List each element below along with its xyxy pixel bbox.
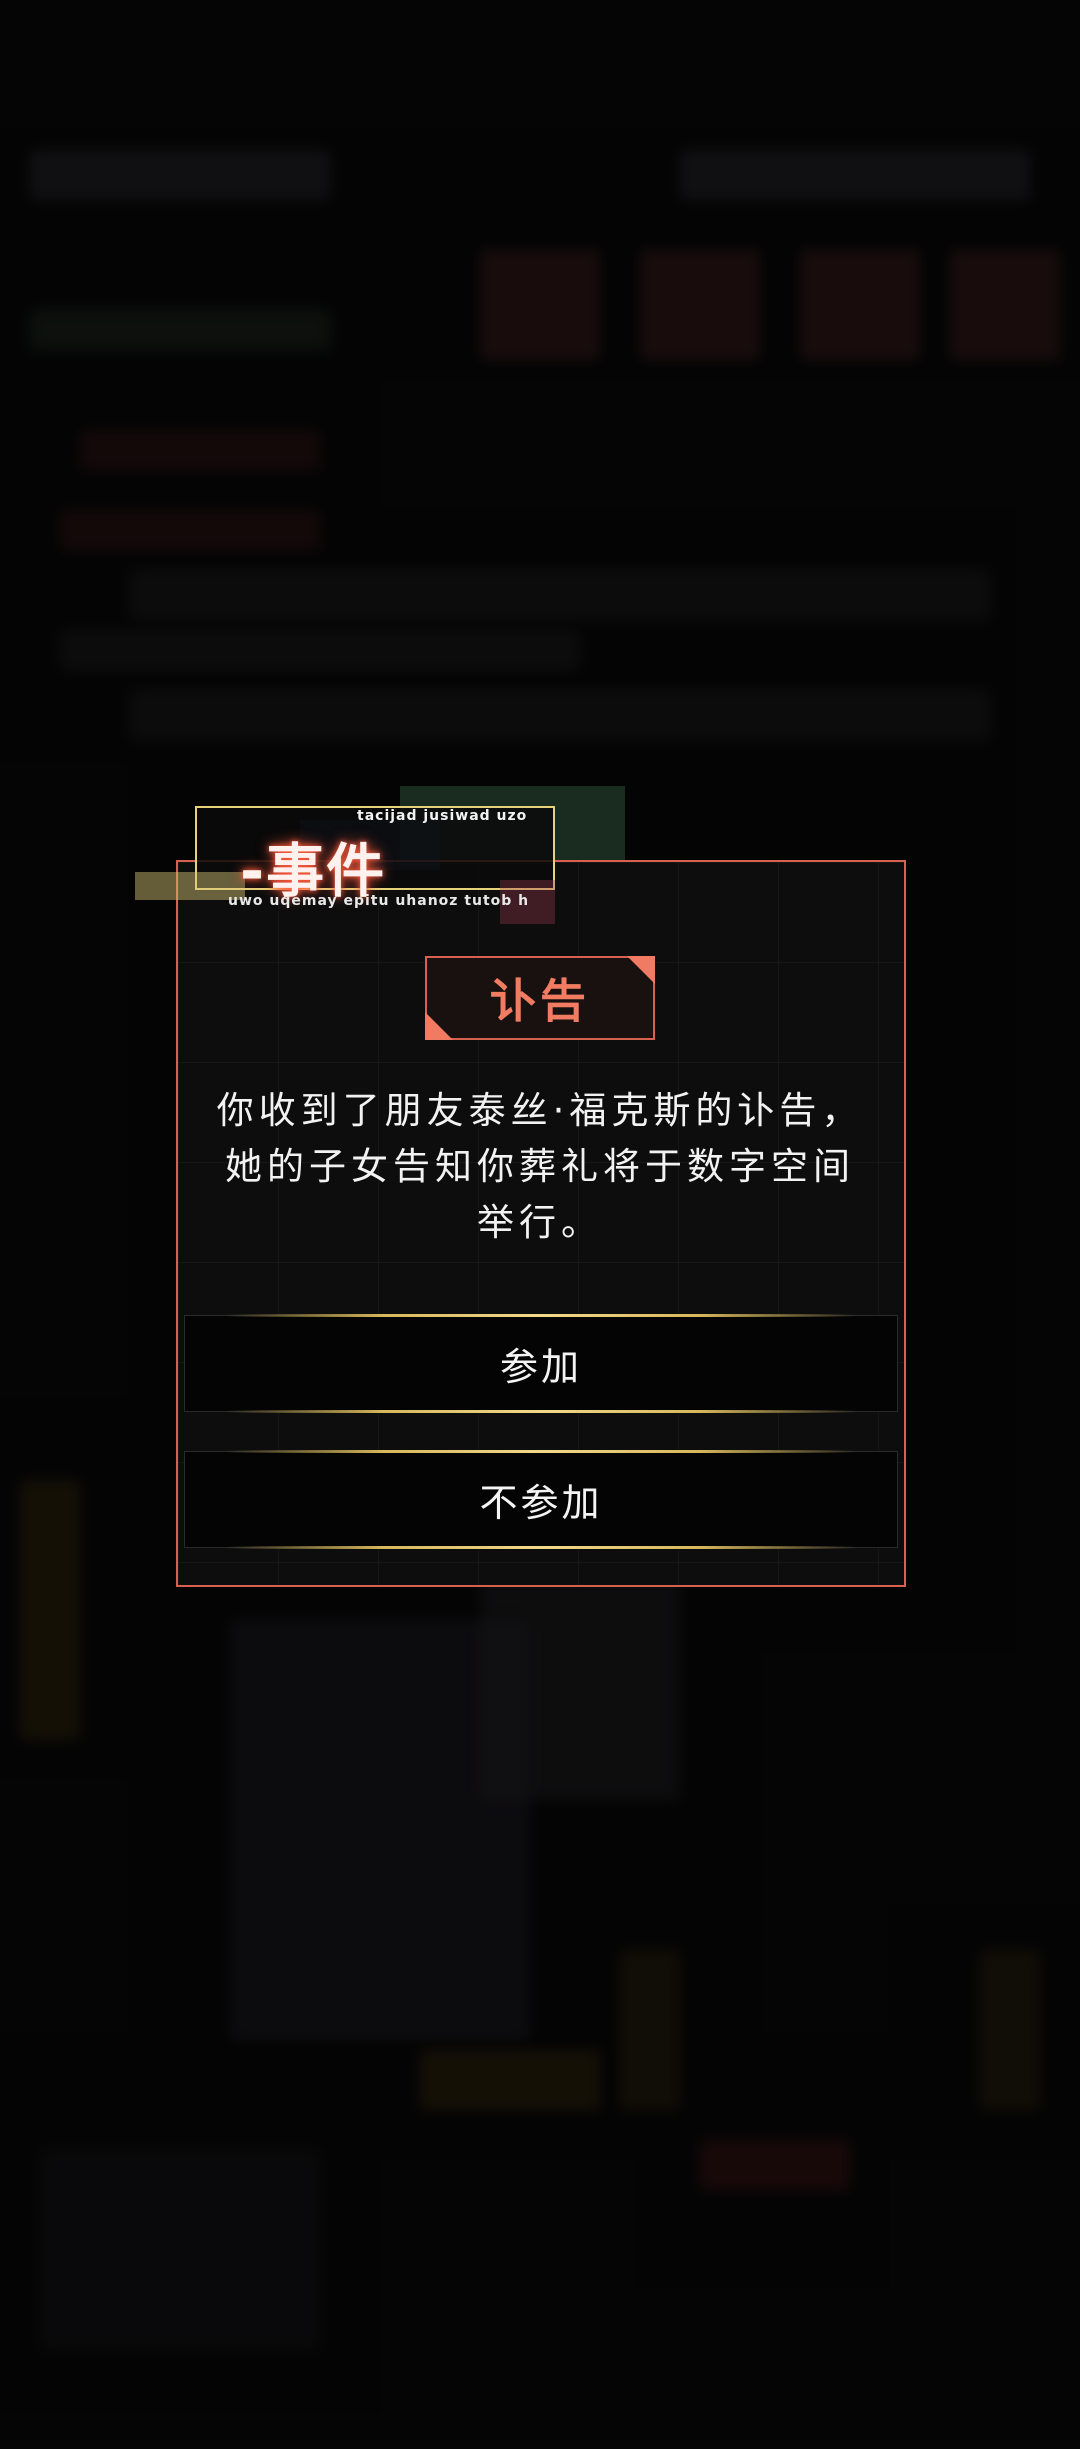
- obituary-badge: 讣告: [425, 956, 655, 1040]
- event-top-code: tacijad jusiwad uzo: [357, 808, 528, 824]
- badge-corner-decoration: [425, 1012, 453, 1040]
- attend-button-label: 参加: [499, 1345, 582, 1389]
- badge-corner-decoration: [627, 956, 655, 984]
- gold-line-decoration: [225, 1450, 857, 1453]
- event-message: 你收到了朋友泰丝·福克斯的讣告，她的子女告知你葬礼将于数字空间举行。: [216, 1089, 864, 1244]
- decline-button-label: 不参加: [479, 1481, 603, 1525]
- attend-button[interactable]: 参加: [184, 1314, 898, 1413]
- gold-line-decoration: [225, 1546, 857, 1549]
- gold-line-decoration: [225, 1410, 857, 1413]
- decline-button[interactable]: 不参加: [184, 1450, 898, 1549]
- gold-line-decoration: [225, 1314, 857, 1317]
- event-bottom-code: uwo uqemay epitu uhanoz tutob h: [228, 893, 530, 909]
- badge-label: 讣告: [490, 974, 590, 1028]
